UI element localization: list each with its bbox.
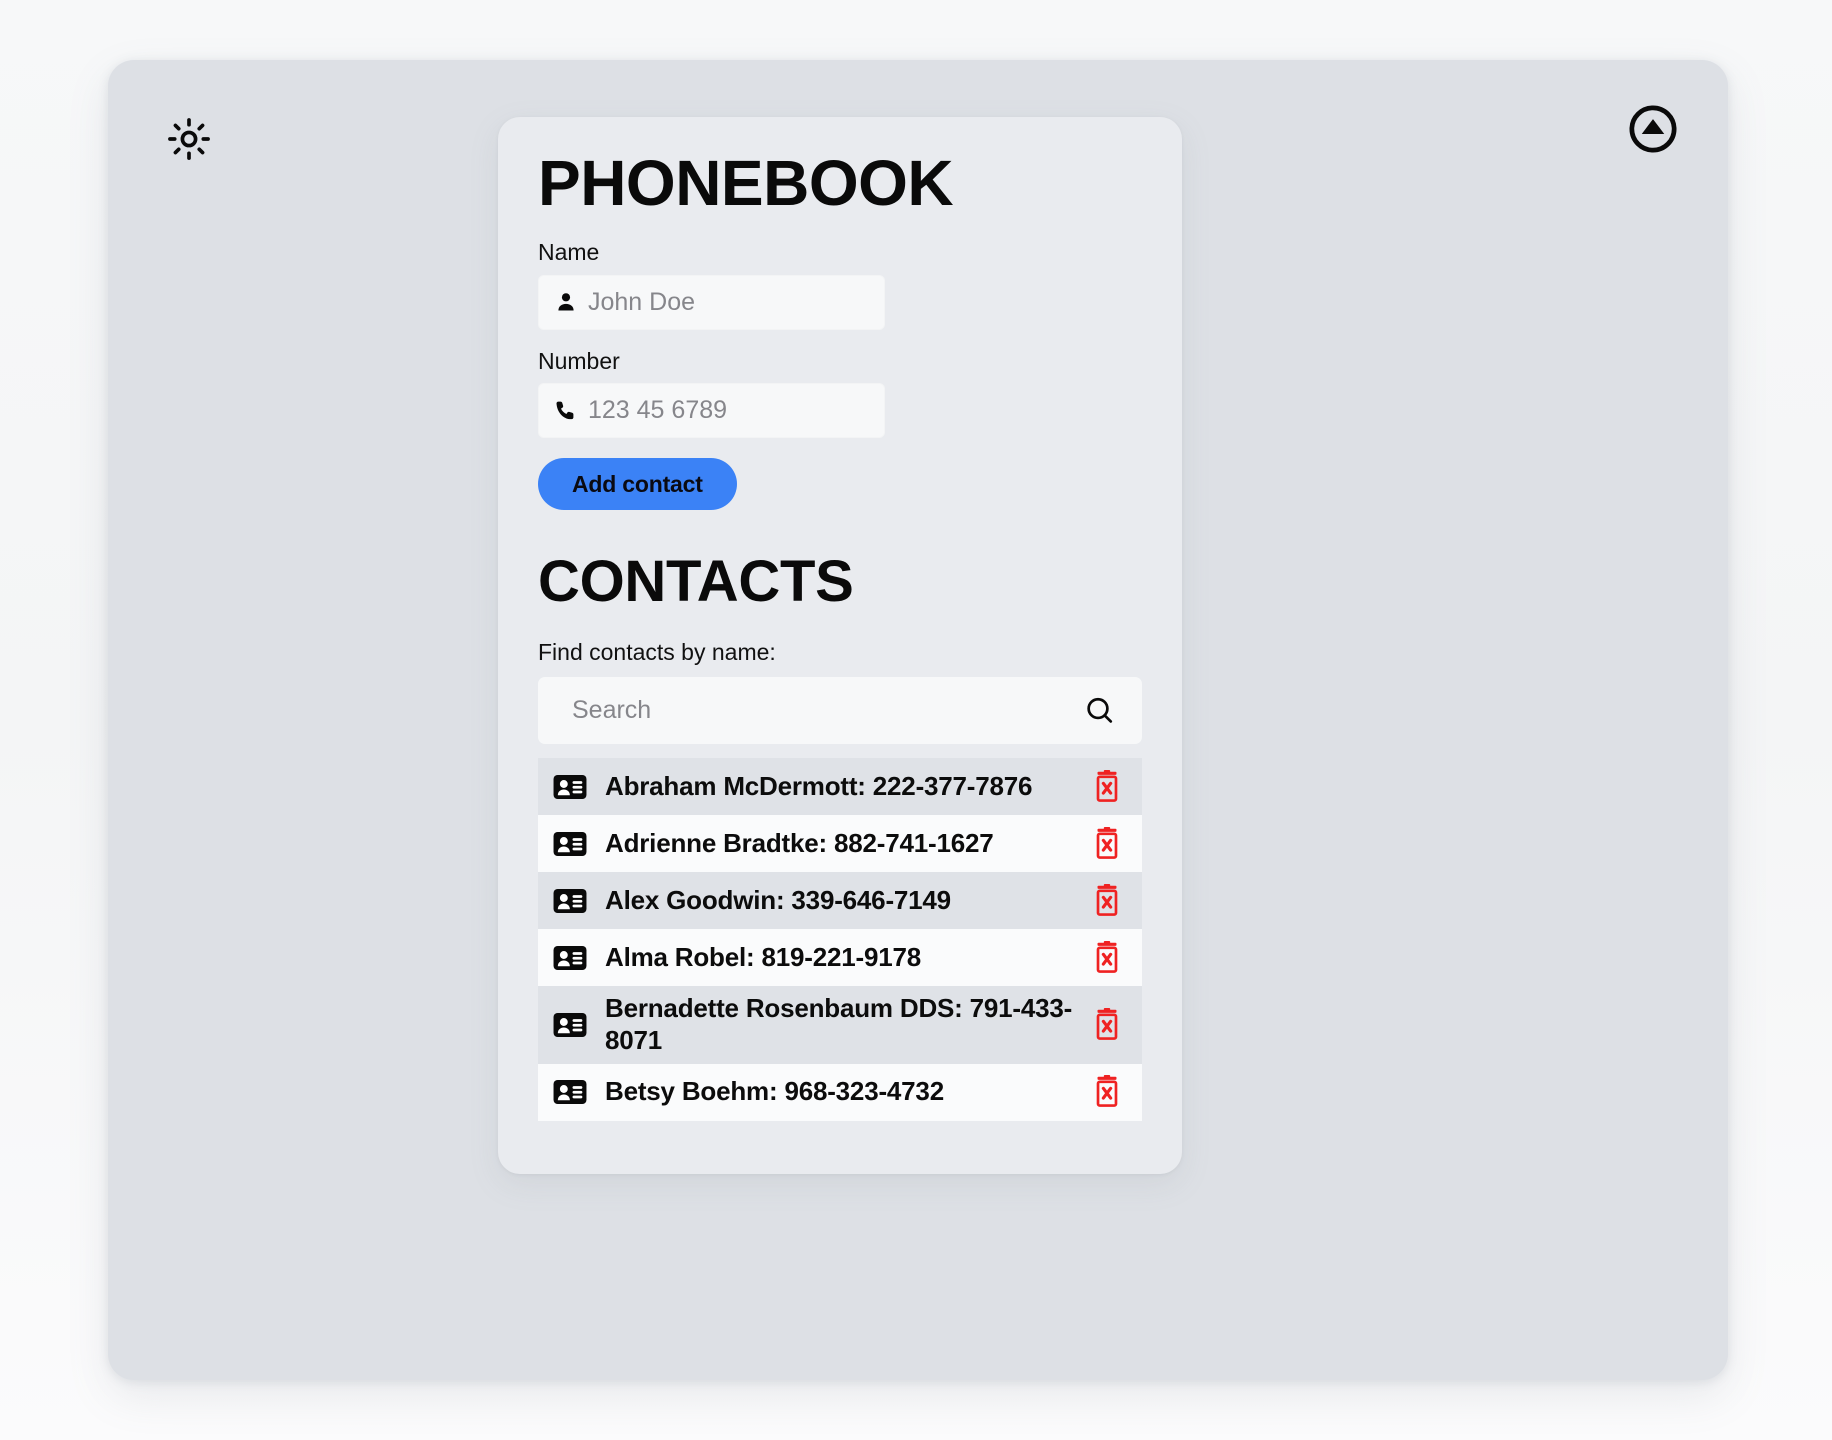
number-field-wrapper[interactable] (538, 383, 885, 439)
contact-list-item[interactable]: Adrienne Bradtke: 882-741-1627 (538, 815, 1142, 873)
search-input[interactable] (572, 677, 1080, 745)
phonebook-card: PHONEBOOK Name Number (498, 117, 1182, 1174)
search-icon[interactable] (1080, 691, 1120, 731)
scroll-to-top-button[interactable] (1622, 98, 1684, 160)
delete-contact-button[interactable] (1088, 1004, 1126, 1046)
name-label: Name (538, 239, 600, 266)
vcard-icon (550, 1072, 590, 1112)
search-label: Find contacts by name: (538, 639, 776, 666)
delete-contact-button[interactable] (1088, 937, 1126, 979)
delete-contact-button[interactable] (1088, 1071, 1126, 1113)
vcard-icon (550, 938, 590, 978)
delete-contact-button[interactable] (1088, 880, 1126, 922)
add-contact-button[interactable]: Add contact (538, 458, 737, 511)
page-title: PHONEBOOK (538, 147, 954, 219)
number-input[interactable] (588, 383, 885, 439)
vcard-icon (550, 881, 590, 921)
delete-contact-button[interactable] (1088, 766, 1126, 808)
vcard-icon (550, 1005, 590, 1045)
person-icon (554, 290, 578, 314)
contact-name-number: Adrienne Bradtke: 882-741-1627 (605, 827, 994, 858)
number-label: Number (538, 347, 620, 374)
name-input[interactable] (588, 274, 885, 330)
contact-name-number: Alex Goodwin: 339-646-7149 (605, 884, 951, 915)
theme-toggle-button[interactable] (158, 108, 220, 170)
contact-list-item[interactable]: Alex Goodwin: 339-646-7149 (538, 872, 1142, 930)
phone-icon (554, 399, 578, 423)
vcard-icon (550, 767, 590, 807)
contact-name-number: Betsy Boehm: 968-323-4732 (605, 1076, 944, 1107)
contact-name-number: Alma Robel: 819-221-9178 (605, 941, 922, 972)
contact-name-number: Bernadette Rosenbaum DDS: 791-433-8071 (605, 993, 1073, 1055)
contact-list-item[interactable]: Abraham McDermott: 222-377-7876 (538, 758, 1142, 816)
contact-list-item[interactable]: Bernadette Rosenbaum DDS: 791-433-8071 (538, 986, 1142, 1064)
search-field-wrapper[interactable] (538, 677, 1142, 745)
add-contact-form: Name Number Add conta (538, 239, 1142, 511)
sun-icon (167, 117, 211, 161)
contact-name-number: Abraham McDermott: 222-377-7876 (605, 770, 1033, 801)
circle-up-arrow-icon (1626, 102, 1680, 156)
contact-list-item[interactable]: Alma Robel: 819-221-9178 (538, 929, 1142, 987)
contacts-list[interactable]: Abraham McDermott: 222-377-7876 Adrienne… (538, 758, 1142, 1121)
name-field-wrapper[interactable] (538, 274, 885, 330)
contact-list-item[interactable]: Betsy Boehm: 968-323-4732 (538, 1063, 1142, 1121)
delete-contact-button[interactable] (1088, 823, 1126, 865)
app-panel: PHONEBOOK Name Number (108, 60, 1728, 1380)
vcard-icon (550, 824, 590, 864)
contacts-heading: CONTACTS (538, 549, 854, 615)
